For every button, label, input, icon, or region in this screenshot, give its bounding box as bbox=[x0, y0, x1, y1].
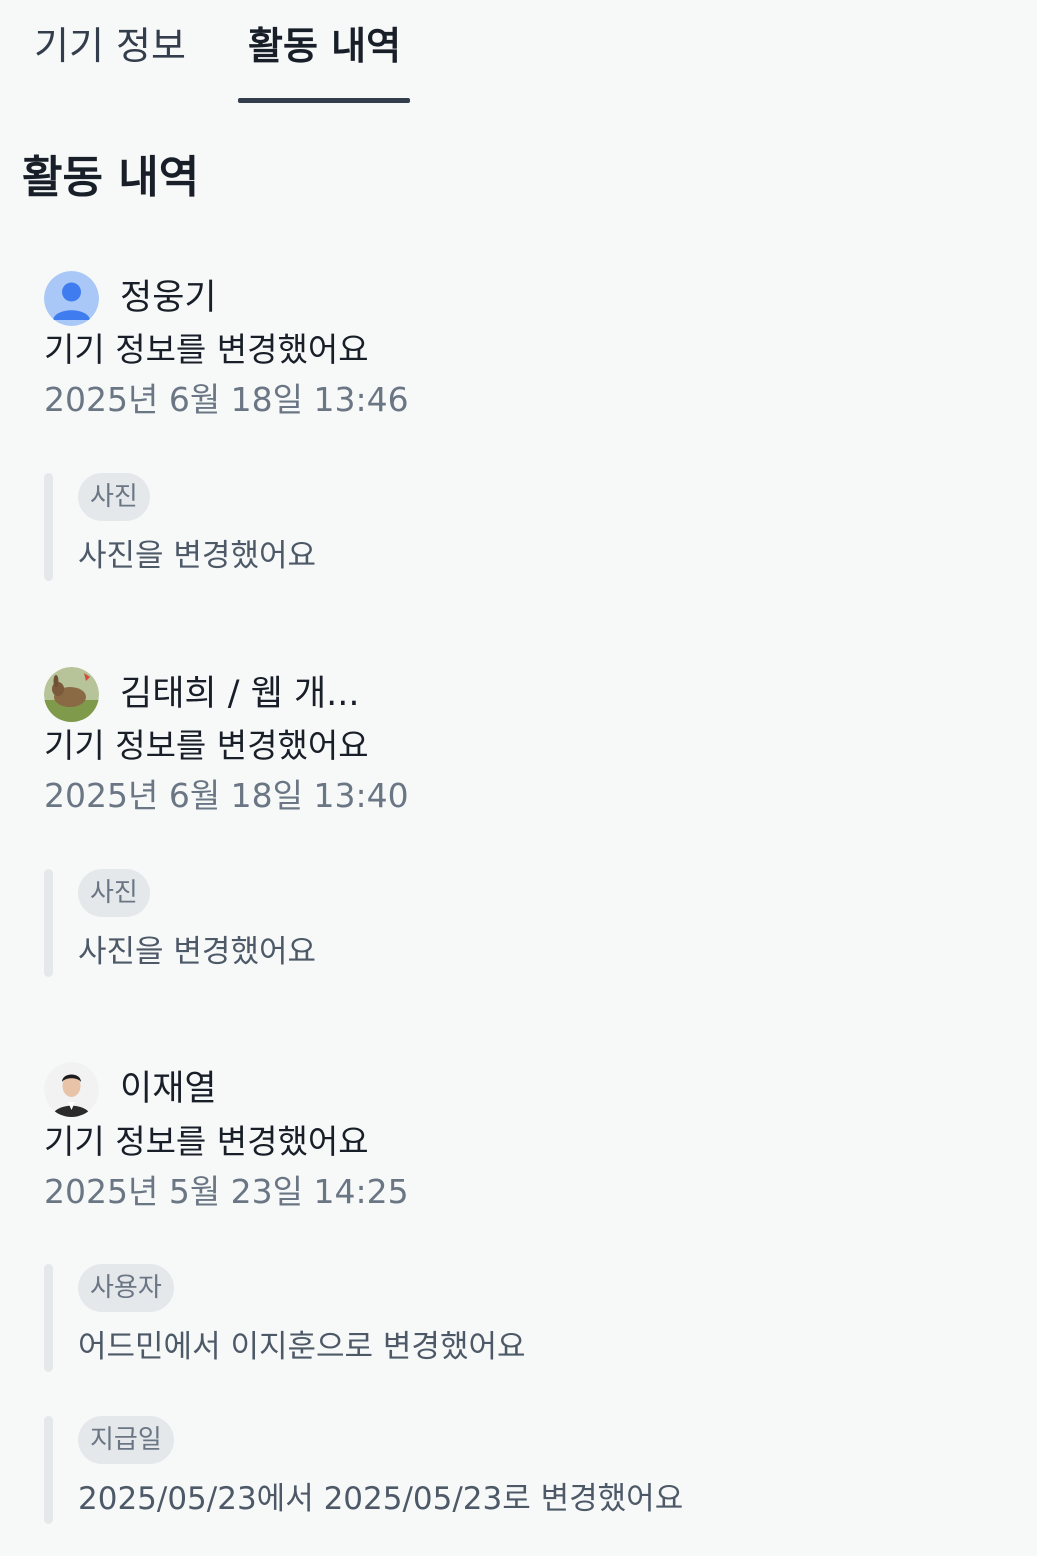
section-title: 활동 내역 bbox=[22, 152, 200, 203]
change-tag: 지급일 bbox=[78, 1416, 174, 1464]
change-item: 지급일 2025/05/23에서 2025/05/23로 변경했어요 bbox=[44, 1416, 944, 1524]
change-item: 사용자 어드민에서 이지훈으로 변경했어요 bbox=[44, 1264, 944, 1372]
avatar bbox=[44, 271, 99, 326]
change-item: 사진 사진을 변경했어요 bbox=[44, 869, 944, 977]
tab-activity-history[interactable]: 활동 내역 bbox=[248, 22, 401, 70]
change-item: 사진 사진을 변경했어요 bbox=[44, 473, 944, 581]
change-tag: 사용자 bbox=[78, 1264, 174, 1312]
change-indicator-bar bbox=[44, 1416, 53, 1524]
tab-bar: 기기 정보 활동 내역 bbox=[0, 0, 1037, 104]
person-photo-icon bbox=[44, 1062, 99, 1117]
change-indicator-bar bbox=[44, 869, 53, 977]
tab-device-info[interactable]: 기기 정보 bbox=[34, 22, 186, 70]
avatar bbox=[44, 667, 99, 722]
avatar bbox=[44, 1062, 99, 1117]
change-description: 2025/05/23에서 2025/05/23로 변경했어요 bbox=[78, 1481, 684, 1517]
change-tag: 사진 bbox=[78, 869, 150, 917]
action-text: 기기 정보를 변경했어요 bbox=[44, 330, 369, 369]
change-indicator-bar bbox=[44, 473, 53, 581]
user-name: 정웅기 bbox=[120, 278, 217, 318]
default-person-icon bbox=[44, 271, 99, 326]
change-description: 사진을 변경했어요 bbox=[78, 934, 317, 970]
change-tag: 사진 bbox=[78, 473, 150, 521]
animal-photo-icon bbox=[44, 667, 99, 722]
timestamp: 2025년 6월 18일 13:40 bbox=[44, 776, 409, 815]
change-description: 사진을 변경했어요 bbox=[78, 538, 317, 574]
action-text: 기기 정보를 변경했어요 bbox=[44, 726, 369, 765]
user-name: 이재열 bbox=[120, 1069, 217, 1109]
timestamp: 2025년 6월 18일 13:46 bbox=[44, 380, 409, 419]
action-text: 기기 정보를 변경했어요 bbox=[44, 1122, 369, 1161]
change-description: 어드민에서 이지훈으로 변경했어요 bbox=[78, 1329, 526, 1365]
user-name: 김태희 / 웹 개... bbox=[120, 674, 360, 714]
change-indicator-bar bbox=[44, 1264, 53, 1372]
active-tab-indicator bbox=[238, 98, 410, 103]
timestamp: 2025년 5월 23일 14:25 bbox=[44, 1172, 409, 1211]
